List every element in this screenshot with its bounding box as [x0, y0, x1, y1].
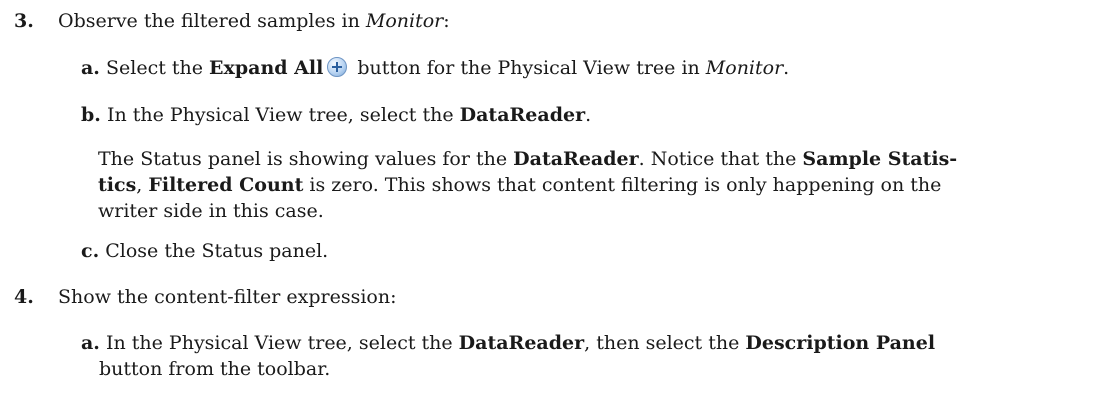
- step-number: 3.: [14, 10, 34, 32]
- substep-letter: c.: [81, 240, 100, 262]
- step-text-end: :: [443, 10, 450, 32]
- document-page: 3. Observe the filtered samples in Monit…: [0, 0, 1103, 402]
- sample-statistics-term-end: tics: [98, 174, 137, 196]
- paragraph-line-1: The Status panel is showing values for t…: [98, 146, 1093, 172]
- substep-text-pre: In the Physical View tree, select the: [106, 104, 460, 126]
- filtered-count-term: Filtered Count: [148, 174, 304, 196]
- step-text-main: Observe the filtered samples in: [58, 10, 366, 32]
- substep-3b: b. In the Physical View tree, select the…: [81, 102, 1091, 128]
- para-text: is zero. This shows that content filteri…: [303, 174, 942, 196]
- step-number: 4.: [14, 286, 34, 308]
- substep-text-pre: Select the: [105, 57, 210, 79]
- step-text: Show the content-filter expression:: [58, 286, 397, 308]
- para-text: The Status panel is showing values for t…: [98, 148, 514, 170]
- status-panel-paragraph: The Status panel is showing values for t…: [98, 146, 1093, 224]
- para-text: . Notice that the: [638, 148, 803, 170]
- expand-all-label: Expand All: [209, 57, 324, 79]
- substep-text: Close the Status panel.: [105, 240, 329, 262]
- substep-letter: b.: [81, 104, 101, 126]
- datareader-term: DataReader: [513, 148, 639, 170]
- substep-3c: c. Close the Status panel.: [81, 238, 1091, 264]
- paragraph-line-3: writer side in this case.: [98, 200, 324, 222]
- substep-line-1: a. In the Physical View tree, select the…: [81, 330, 1091, 356]
- datareader-term: DataReader: [459, 104, 586, 126]
- substep-letter: a.: [81, 57, 100, 79]
- expand-all-icon: [327, 57, 348, 77]
- substep-4a: a. In the Physical View tree, select the…: [81, 330, 1091, 382]
- datareader-term: DataReader: [458, 332, 585, 354]
- substep-letter: a.: [81, 332, 100, 354]
- paragraph-line-2: tics, Filtered Count is zero. This shows…: [98, 172, 1093, 198]
- monitor-emphasis: Monitor: [705, 57, 784, 79]
- step-text: Observe the filtered samples in Monitor:: [58, 8, 450, 34]
- substep-text-mid: button for the Physical View tree in: [351, 57, 706, 79]
- description-panel-term: Description Panel: [745, 332, 936, 354]
- substep-text-pre: In the Physical View tree, select the: [105, 332, 459, 354]
- substep-text-end: .: [783, 57, 790, 79]
- substep-3a: a. Select the Expand All button for the …: [81, 55, 1091, 81]
- substep-text-end: .: [585, 104, 592, 126]
- step-text-emphasis: Monitor: [365, 10, 444, 32]
- sample-statistics-term: Sample Statis-: [802, 148, 958, 170]
- substep-line-2: button from the toolbar.: [99, 358, 331, 380]
- para-text: ,: [136, 174, 149, 196]
- substep-text-mid: , then select the: [584, 332, 746, 354]
